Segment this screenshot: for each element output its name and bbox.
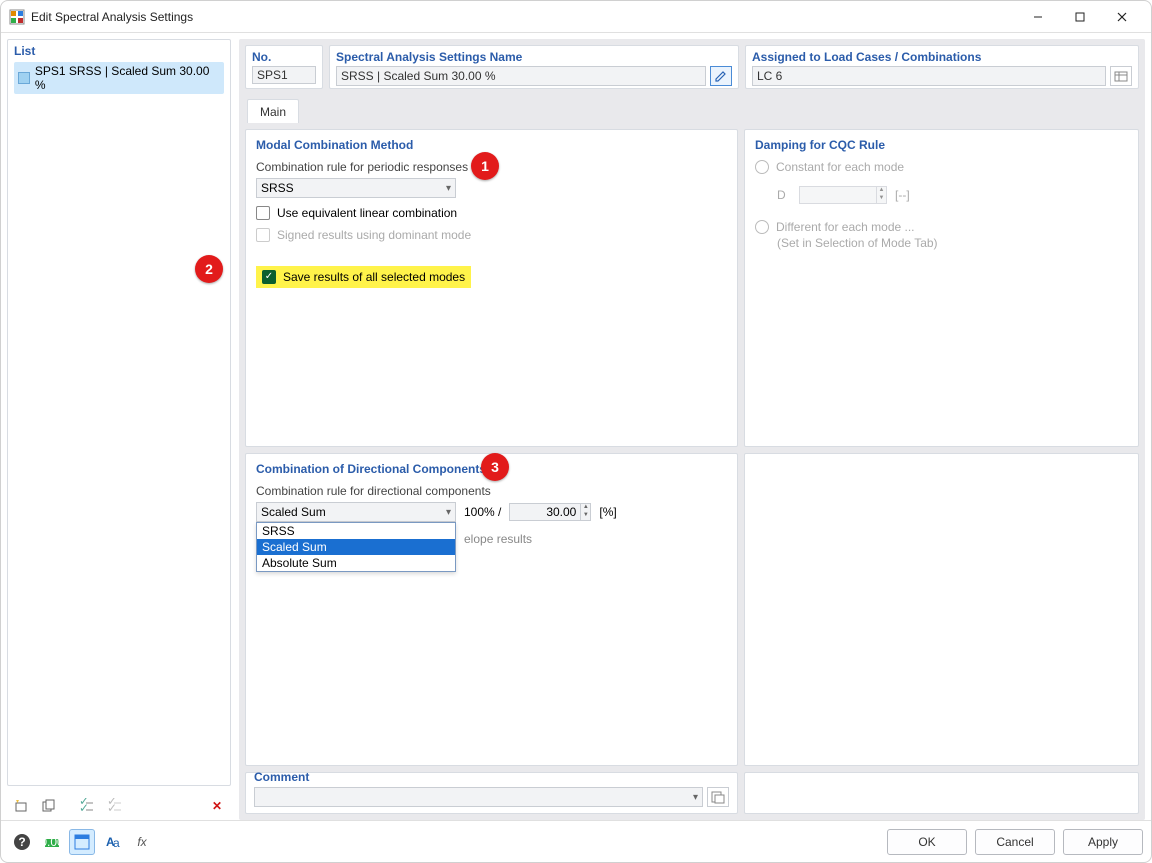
percent-unit: [%] xyxy=(599,505,616,519)
directional-rule-label: Combination rule for directional compone… xyxy=(256,484,727,498)
comment-title: Comment xyxy=(254,770,703,784)
minimize-button[interactable] xyxy=(1017,3,1059,31)
use-equiv-checkbox[interactable] xyxy=(256,206,270,220)
directional-card: Combination of Directional Components 3 … xyxy=(245,453,738,766)
modal-rule-select[interactable]: SRSS ▾ xyxy=(256,178,456,198)
annotation-1: 1 xyxy=(471,152,499,180)
percent-value-field[interactable]: 30.00 ▲▼ xyxy=(509,503,591,521)
constant-mode-radio xyxy=(755,160,769,174)
rename-button[interactable] xyxy=(710,66,732,86)
directional-rule-select[interactable]: Scaled Sum ▾ SRSS Scaled Sum Absolute Su… xyxy=(256,502,456,522)
name-panel: Spectral Analysis Settings Name xyxy=(329,45,739,89)
chevron-down-icon: ▾ xyxy=(446,183,451,194)
ok-button[interactable]: OK xyxy=(887,829,967,855)
comment-select[interactable]: ▾ xyxy=(254,787,703,807)
option-absolute-sum[interactable]: Absolute Sum xyxy=(257,555,455,571)
units-button[interactable]: 0.00 xyxy=(39,829,65,855)
app-icon xyxy=(9,9,25,25)
function-button[interactable]: fx xyxy=(129,829,155,855)
list-title: List xyxy=(14,44,224,58)
list-item-label: SPS1 SRSS | Scaled Sum 30.00 % xyxy=(35,64,220,92)
envelope-hint: elope results xyxy=(464,532,532,546)
damping-title: Damping for CQC Rule xyxy=(755,138,1128,152)
percent-value: 30.00 xyxy=(510,505,580,519)
comment-pick-button[interactable] xyxy=(707,787,729,807)
modal-title: Modal Combination Method xyxy=(256,138,727,152)
d-value-field: ▲▼ xyxy=(799,186,887,204)
font-settings-button[interactable]: Aa xyxy=(99,829,125,855)
directional-rule-value: Scaled Sum xyxy=(261,505,326,519)
use-equiv-row[interactable]: Use equivalent linear combination xyxy=(256,206,727,220)
chevron-down-icon: ▾ xyxy=(446,507,451,518)
constant-mode-row: Constant for each mode xyxy=(755,160,1128,174)
svg-text:?: ? xyxy=(18,835,25,849)
different-mode-radio xyxy=(755,220,769,234)
signed-results-row: Signed results using dominant mode xyxy=(256,228,727,242)
tab-main[interactable]: Main xyxy=(247,99,299,123)
different-mode-hint: (Set in Selection of Mode Tab) xyxy=(777,236,1128,250)
damping-card: Damping for CQC Rule Constant for each m… xyxy=(744,129,1139,447)
modal-combination-card: Modal Combination Method Combination rul… xyxy=(245,129,738,447)
save-results-row[interactable]: Save results of all selected modes xyxy=(256,266,471,288)
tab-strip: Main xyxy=(245,95,1139,123)
assigned-label: Assigned to Load Cases / Combinations xyxy=(752,50,1132,64)
assigned-field[interactable] xyxy=(752,66,1106,86)
apply-button[interactable]: Apply xyxy=(1063,829,1143,855)
use-equiv-label: Use equivalent linear combination xyxy=(277,206,457,220)
uncheck-all-button[interactable]: ✓✓ xyxy=(103,794,127,818)
copy-item-button[interactable] xyxy=(37,794,61,818)
help-button[interactable]: ? xyxy=(9,829,35,855)
d-row: D ▲▼ [--] xyxy=(777,186,1128,204)
close-button[interactable] xyxy=(1101,3,1143,31)
comment-card: Comment ▾ xyxy=(245,772,738,814)
list-toolbar: ✓✓ ✓✓ ✕ xyxy=(7,792,231,820)
check-all-button[interactable]: ✓✓ xyxy=(75,794,99,818)
constant-mode-label: Constant for each mode xyxy=(776,160,904,174)
assigned-panel: Assigned to Load Cases / Combinations xyxy=(745,45,1139,89)
view-mode-button[interactable] xyxy=(69,829,95,855)
list-item-icon xyxy=(18,72,30,84)
name-field[interactable] xyxy=(336,66,706,86)
chevron-down-icon: ▾ xyxy=(693,792,698,803)
name-label: Spectral Analysis Settings Name xyxy=(336,50,732,64)
list-item[interactable]: SPS1 SRSS | Scaled Sum 30.00 % xyxy=(14,62,224,94)
save-results-checkbox[interactable] xyxy=(262,270,276,284)
svg-text:fx: fx xyxy=(137,835,147,849)
close-icon: ✕ xyxy=(212,799,222,813)
directional-rule-dropdown[interactable]: SRSS Scaled Sum Absolute Sum xyxy=(256,522,456,572)
option-scaled-sum[interactable]: Scaled Sum xyxy=(257,539,455,555)
percent-100-label: 100% / xyxy=(464,505,501,519)
option-srss[interactable]: SRSS xyxy=(257,523,455,539)
annotation-3: 3 xyxy=(481,453,509,481)
titlebar: Edit Spectral Analysis Settings xyxy=(1,1,1151,33)
maximize-button[interactable] xyxy=(1059,3,1101,31)
delete-button[interactable]: ✕ xyxy=(205,794,229,818)
empty-card-2 xyxy=(744,772,1139,814)
cancel-button[interactable]: Cancel xyxy=(975,829,1055,855)
no-panel: No. xyxy=(245,45,323,89)
list-panel-column: List SPS1 SRSS | Scaled Sum 30.00 % ✓✓ ✓… xyxy=(7,39,231,820)
different-mode-label: Different for each mode ... xyxy=(776,220,915,234)
svg-text:0.00: 0.00 xyxy=(43,835,61,849)
no-field[interactable] xyxy=(252,66,316,84)
annotation-2: 2 xyxy=(195,255,223,283)
modal-rule-value: SRSS xyxy=(261,181,294,195)
no-label: No. xyxy=(252,50,316,64)
assigned-pick-button[interactable] xyxy=(1110,66,1132,86)
d-label: D xyxy=(777,188,791,202)
footer-bar: ? 0.00 Aa fx OK Cancel Apply xyxy=(1,820,1151,862)
window-title: Edit Spectral Analysis Settings xyxy=(31,10,1017,24)
main-column: No. Spectral Analysis Settings Name Assi… xyxy=(239,39,1145,820)
empty-card xyxy=(744,453,1139,766)
save-results-label: Save results of all selected modes xyxy=(283,270,465,284)
signed-results-checkbox xyxy=(256,228,270,242)
list-panel: List SPS1 SRSS | Scaled Sum 30.00 % xyxy=(7,39,231,786)
new-item-button[interactable] xyxy=(9,794,33,818)
svg-text:a: a xyxy=(113,836,120,850)
d-unit: [--] xyxy=(895,188,910,202)
signed-results-label: Signed results using dominant mode xyxy=(277,228,471,242)
percent-spinner[interactable]: ▲▼ xyxy=(580,504,590,520)
different-mode-row: Different for each mode ... xyxy=(755,220,1128,234)
